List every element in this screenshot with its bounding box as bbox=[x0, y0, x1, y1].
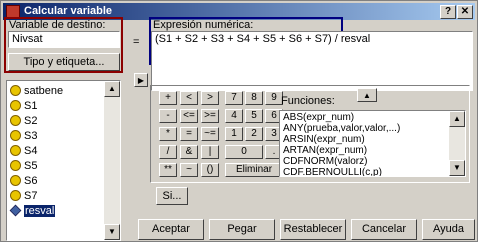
variable-name: resval bbox=[24, 205, 56, 217]
equals-sign: = bbox=[133, 36, 140, 48]
help-title-button[interactable]: ? bbox=[440, 5, 456, 19]
variable-item[interactable]: resval bbox=[9, 204, 56, 218]
function-item[interactable]: CDF.BERNOULLI(c,p) bbox=[283, 167, 382, 176]
compute-variable-dialog: Calcular variable ? ✕ Variable de destin… bbox=[0, 0, 478, 242]
keypad-key[interactable]: ** bbox=[159, 163, 177, 177]
keypad-key[interactable]: 4 bbox=[225, 109, 243, 123]
variable-name: S2 bbox=[24, 115, 38, 127]
reset-button[interactable]: Restablecer bbox=[280, 219, 346, 240]
scale-variable-icon bbox=[10, 85, 21, 96]
paste-button-label: Pegar bbox=[227, 223, 257, 235]
variable-list[interactable]: ▲ ▼ satbene S1 S2 S3 S4 S5 S6 S7 resval bbox=[6, 80, 121, 241]
variable-name: S7 bbox=[24, 190, 38, 202]
scroll-down-button[interactable]: ▼ bbox=[104, 224, 120, 240]
arrow-right-icon: ▶ bbox=[137, 76, 145, 85]
keypad-key[interactable]: 5 bbox=[245, 109, 263, 123]
scroll-up-button[interactable]: ▲ bbox=[104, 81, 120, 97]
if-button-label: Si... bbox=[162, 190, 182, 202]
scale-variable-icon bbox=[10, 145, 21, 156]
cancel-button-label: Cancelar bbox=[361, 223, 407, 235]
ok-button-label: Aceptar bbox=[152, 223, 190, 235]
variable-item[interactable]: S7 bbox=[10, 189, 37, 203]
scroll-up-icon: ▲ bbox=[453, 114, 461, 123]
variable-item[interactable]: S5 bbox=[10, 159, 37, 173]
scale-variable-icon bbox=[10, 190, 21, 201]
variable-item[interactable]: S1 bbox=[10, 99, 37, 113]
delete-button[interactable]: Eliminar bbox=[225, 163, 283, 177]
variable-name: S1 bbox=[24, 100, 38, 112]
ok-button[interactable]: Aceptar bbox=[138, 219, 204, 240]
keypad-key[interactable]: > bbox=[201, 91, 219, 105]
variable-name: S4 bbox=[24, 145, 38, 157]
functions-label: Funciones: bbox=[281, 95, 335, 107]
functions-scroll-up-button[interactable]: ▲ bbox=[449, 111, 465, 127]
keypad-key[interactable]: - bbox=[159, 109, 177, 123]
variable-item[interactable]: S4 bbox=[10, 144, 37, 158]
variable-list-scrollbar[interactable]: ▲ ▼ bbox=[104, 81, 120, 240]
functions-scroll-down-button[interactable]: ▼ bbox=[449, 160, 465, 176]
target-variable-value: Nivsat bbox=[12, 33, 43, 45]
move-to-expression-button[interactable]: ▶ bbox=[134, 73, 148, 87]
variable-item[interactable]: S6 bbox=[10, 174, 37, 188]
expression-textarea[interactable]: (S1 + S2 + S3 + S4 + S5 + S6 + S7) / res… bbox=[151, 31, 473, 91]
type-and-label-button[interactable]: Tipo y etiqueta... bbox=[8, 53, 120, 71]
keypad-key[interactable]: 1 bbox=[225, 127, 243, 141]
close-button[interactable]: ✕ bbox=[457, 5, 473, 19]
keypad-key[interactable]: () bbox=[201, 163, 219, 177]
expression-label: Expresión numérica: bbox=[153, 19, 254, 31]
cancel-button[interactable]: Cancelar bbox=[351, 219, 417, 240]
type-and-label-button-label: Tipo y etiqueta... bbox=[23, 56, 105, 68]
keypad-key[interactable]: * bbox=[159, 127, 177, 141]
keypad-key[interactable]: 0 bbox=[225, 145, 263, 159]
scroll-up-icon: ▲ bbox=[108, 84, 116, 93]
functions-list-scrollbar[interactable]: ▲ ▼ bbox=[449, 111, 465, 176]
target-variable-input[interactable]: Nivsat bbox=[8, 31, 120, 48]
help-button-label: Ayuda bbox=[433, 223, 464, 235]
scale-variable-icon bbox=[10, 130, 21, 141]
keypad-key[interactable]: ~ bbox=[180, 163, 198, 177]
scale-variable-icon bbox=[10, 160, 21, 171]
keypad-key[interactable]: | bbox=[201, 145, 219, 159]
keypad-key[interactable]: >= bbox=[201, 109, 219, 123]
keypad-key[interactable]: & bbox=[180, 145, 198, 159]
expression-value: (S1 + S2 + S3 + S4 + S5 + S6 + S7) / res… bbox=[155, 33, 371, 45]
scale-variable-icon bbox=[10, 175, 21, 186]
keypad-key[interactable]: <= bbox=[180, 109, 198, 123]
keypad-key[interactable]: < bbox=[180, 91, 198, 105]
keypad-key[interactable]: + bbox=[159, 91, 177, 105]
variable-name: S3 bbox=[24, 130, 38, 142]
scale-variable-icon bbox=[10, 115, 21, 126]
if-button[interactable]: Si... bbox=[156, 187, 188, 205]
help-button[interactable]: Ayuda bbox=[422, 219, 475, 240]
move-function-up-button[interactable]: ▲ bbox=[357, 88, 377, 102]
target-variable-label: Variable de destino: bbox=[9, 19, 106, 31]
scale-variable-icon bbox=[10, 100, 21, 111]
scroll-down-icon: ▼ bbox=[453, 163, 461, 172]
arrow-up-icon: ▲ bbox=[363, 91, 371, 100]
variable-item[interactable]: S2 bbox=[10, 114, 37, 128]
keypad-key[interactable]: 7 bbox=[225, 91, 243, 105]
variable-item[interactable]: satbene bbox=[10, 84, 63, 98]
keypad-key[interactable]: / bbox=[159, 145, 177, 159]
keypad-key[interactable]: ~= bbox=[201, 127, 219, 141]
keypad-key[interactable]: 8 bbox=[245, 91, 263, 105]
reset-button-label: Restablecer bbox=[283, 223, 343, 235]
functions-list[interactable]: ▲ ▼ ABS(expr_num) ANY(prueba,valor,valor,… bbox=[279, 110, 466, 177]
keypad-key[interactable]: 2 bbox=[245, 127, 263, 141]
close-icon: ✕ bbox=[460, 6, 470, 17]
numeric-variable-icon bbox=[9, 204, 22, 217]
variable-name: S5 bbox=[24, 160, 38, 172]
variable-item[interactable]: S3 bbox=[10, 129, 37, 143]
variable-name: S6 bbox=[24, 175, 38, 187]
paste-button[interactable]: Pegar bbox=[209, 219, 275, 240]
keypad-key[interactable]: = bbox=[180, 127, 198, 141]
variable-name: satbene bbox=[24, 85, 64, 97]
scroll-down-icon: ▼ bbox=[108, 227, 116, 236]
